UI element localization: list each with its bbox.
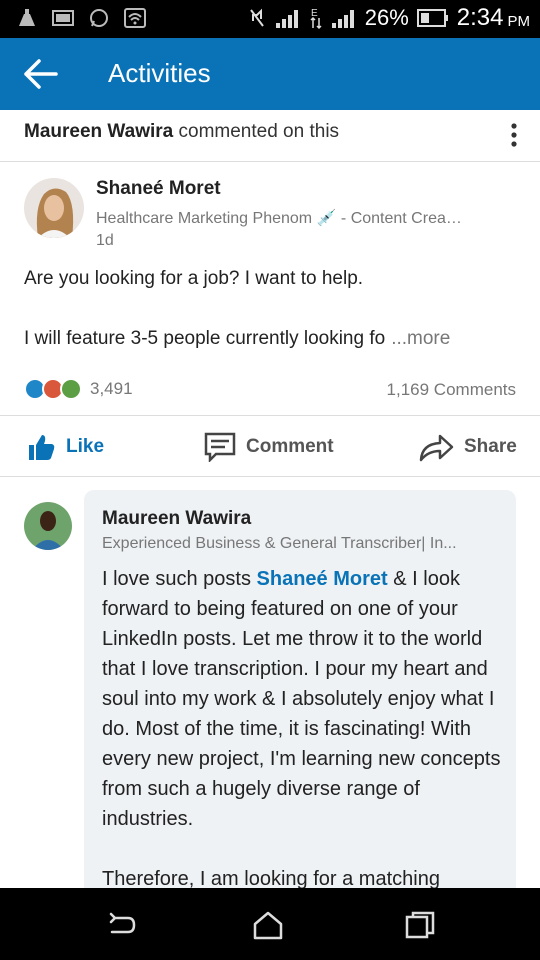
mute-icon [249, 8, 264, 27]
post-author-avatar-wrap[interactable] [24, 178, 84, 238]
post-author-headline: Healthcare Marketing Phenom 💉 - Content … [96, 210, 462, 227]
home-nav-icon[interactable] [252, 910, 284, 940]
comment-text-after: & I look forward to being featured on on… [102, 568, 501, 830]
share-label: Share [464, 436, 517, 457]
back-nav-icon[interactable] [106, 910, 138, 940]
back-arrow-icon[interactable] [22, 56, 60, 92]
avatar-photo [24, 502, 72, 550]
activity-text: Maureen Wawira commented on this [24, 121, 339, 143]
post-actions: Like Comment Share [0, 415, 540, 477]
avatar-photo [24, 178, 84, 238]
post-meta: Shaneé Moret Healthcare Marketing Phenom… [96, 178, 516, 250]
mention-link[interactable]: Shaneé Moret [257, 568, 388, 590]
comment-author-headline: Experienced Business & General Transcrib… [102, 535, 457, 552]
comment-author-name[interactable]: Maureen Wawira [102, 508, 251, 530]
reaction-count: 3,491 [90, 379, 133, 398]
comment-text-before: I love such posts [102, 568, 257, 590]
post-line-2: I will feature 3-5 people currently look… [24, 326, 524, 352]
signal-icon [275, 10, 298, 28]
comment-body: I love such posts Shaneé Moret & I look … [102, 564, 502, 894]
like-button[interactable]: Like [26, 432, 104, 462]
post-body: Are you looking for a job? I want to hel… [24, 266, 524, 352]
avatar[interactable] [24, 178, 84, 238]
more-options-icon[interactable] [510, 122, 518, 148]
page-title: Activities [108, 58, 211, 88]
post-line-1: Are you looking for a job? I want to hel… [24, 268, 364, 289]
post-stats: 3,491 1,169 Comments [24, 378, 516, 402]
post-line-2-text: I will feature 3-5 people currently look… [24, 328, 386, 349]
post-age: 1d [96, 232, 114, 249]
system-nav-bar [0, 888, 540, 960]
clock: 2:34 [456, 4, 504, 31]
like-label: Like [66, 436, 105, 457]
svg-text:E: E [311, 8, 318, 19]
data-e-icon: E [310, 8, 322, 30]
reactions-summary[interactable]: 3,491 [24, 378, 133, 400]
battery-icon [416, 9, 448, 27]
comment-paragraph-1: I love such posts Shaneé Moret & I look … [102, 564, 502, 834]
cleaner-icon [19, 9, 35, 26]
signal-icon-2 [331, 10, 354, 28]
status-bar: E 26% 2:34 PM [0, 0, 540, 38]
image-icon [52, 10, 74, 26]
comment-icon [204, 432, 236, 462]
activity-action: commented on this [178, 121, 340, 142]
activity-header: Maureen Wawira commented on this [0, 110, 540, 162]
share-arrow-icon [419, 434, 454, 462]
see-more-link[interactable]: ...more [391, 328, 450, 349]
recents-nav-icon[interactable] [404, 910, 436, 940]
activity-actor[interactable]: Maureen Wawira [24, 121, 173, 142]
whatsapp-icon [90, 9, 108, 27]
comment-label: Comment [246, 436, 334, 457]
comment-author-avatar[interactable] [24, 502, 72, 550]
support-reaction-icon [60, 378, 82, 400]
clock-ampm: PM [507, 12, 531, 30]
wifi-box-icon [124, 8, 146, 28]
comment-button[interactable]: Comment [204, 432, 334, 462]
thumbs-up-icon [29, 435, 55, 460]
post-author-name[interactable]: Shaneé Moret [96, 178, 516, 200]
app-bar: Activities [0, 38, 540, 110]
share-button[interactable]: Share [418, 432, 517, 462]
battery-percent: 26% [364, 5, 409, 30]
comments-count-link[interactable]: 1,169 Comments [387, 380, 516, 400]
comment-card: Maureen Wawira Experienced Business & Ge… [84, 490, 516, 910]
